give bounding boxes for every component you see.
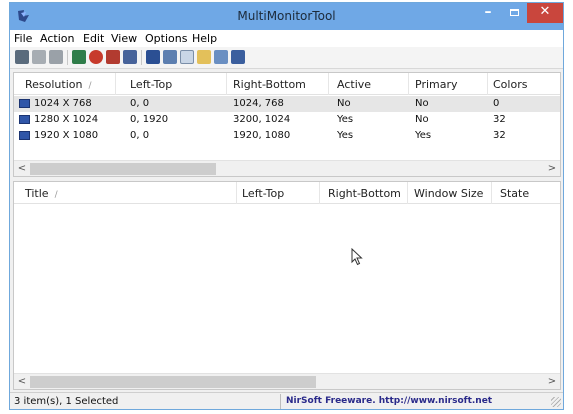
scroll-left-button[interactable]: < xyxy=(15,162,29,176)
header-primary[interactable]: Primary xyxy=(415,78,458,91)
disable-monitor-icon[interactable] xyxy=(15,50,29,64)
header-divider[interactable] xyxy=(407,182,408,204)
monitor-icon xyxy=(19,99,30,108)
close-button[interactable]: ✕ xyxy=(527,3,563,23)
copy-icon[interactable] xyxy=(180,50,194,64)
enable-monitor-icon[interactable] xyxy=(32,50,46,64)
cell-resolution: 1280 X 1024 xyxy=(34,114,99,125)
turn-on-icon[interactable] xyxy=(123,50,137,64)
header-divider[interactable] xyxy=(328,73,329,95)
windows-list[interactable]: Title / Left-Top Right-Bottom Window Size… xyxy=(13,181,561,390)
toolbar-separator xyxy=(141,50,142,65)
cell-active: Yes xyxy=(337,130,354,141)
monitor-row[interactable]: 1024 X 768 0, 0 1024, 768 No No 0 xyxy=(14,96,560,112)
menu-bar: File Action Edit View Options Help xyxy=(10,30,563,47)
resize-grip-icon[interactable] xyxy=(551,397,561,407)
header-right-bottom[interactable]: Right-Bottom xyxy=(233,78,306,91)
monitor-icon xyxy=(19,115,30,124)
header-divider[interactable] xyxy=(319,182,320,204)
menu-edit[interactable]: Edit xyxy=(83,32,104,45)
exit-icon[interactable] xyxy=(231,50,245,64)
header-resolution[interactable]: Resolution / xyxy=(25,78,92,91)
header-colors[interactable]: Colors xyxy=(493,78,527,91)
cell-resolution: 1920 X 1080 xyxy=(34,130,99,141)
cell-right-bottom: 1920, 1080 xyxy=(233,130,291,141)
app-window: MultiMonitorTool – ✕ File Action Edit Vi… xyxy=(9,2,564,410)
properties-icon[interactable] xyxy=(197,50,211,64)
scroll-thumb[interactable] xyxy=(30,376,316,388)
scroll-left-button[interactable]: < xyxy=(15,375,29,389)
maximize-button[interactable] xyxy=(501,3,527,23)
header-divider[interactable] xyxy=(115,73,116,95)
header-title[interactable]: Title / xyxy=(25,187,58,200)
move-windows-icon[interactable] xyxy=(72,50,86,64)
header-active[interactable]: Active xyxy=(337,78,371,91)
maximize-icon xyxy=(509,9,519,16)
cell-right-bottom: 3200, 1024 xyxy=(233,114,291,125)
title-bar[interactable]: MultiMonitorTool – ✕ xyxy=(10,3,563,30)
nirsoft-link[interactable]: NirSoft Freeware. http://www.nirsoft.net xyxy=(286,396,492,406)
toolbar xyxy=(10,47,563,69)
sort-indicator-icon: / xyxy=(54,190,58,200)
minimize-button[interactable]: – xyxy=(475,3,501,23)
turn-off-icon[interactable] xyxy=(106,50,120,64)
cell-active: Yes xyxy=(337,114,354,125)
scroll-right-button[interactable]: > xyxy=(545,375,559,389)
header-left-top[interactable]: Left-Top xyxy=(130,78,172,91)
set-primary-icon[interactable] xyxy=(89,50,103,64)
header-state[interactable]: State xyxy=(500,187,529,200)
cell-left-top: 0, 0 xyxy=(130,98,150,109)
cell-colors: 0 xyxy=(493,98,500,109)
monitors-header: Resolution / Left-Top Right-Bottom Active… xyxy=(14,73,560,95)
html-report-icon[interactable] xyxy=(214,50,228,64)
cell-primary: No xyxy=(415,114,429,125)
header-divider[interactable] xyxy=(487,73,488,95)
cell-colors: 32 xyxy=(493,130,506,141)
monitors-list[interactable]: Resolution / Left-Top Right-Bottom Active… xyxy=(13,72,561,177)
monitor-row[interactable]: 1920 X 1080 0, 0 1920, 1080 Yes Yes 32 xyxy=(14,128,560,144)
monitors-hscrollbar[interactable]: < > xyxy=(14,160,560,176)
cell-right-bottom: 1024, 768 xyxy=(233,98,284,109)
scroll-thumb[interactable] xyxy=(30,163,216,175)
load-config-icon[interactable] xyxy=(163,50,177,64)
header-divider[interactable] xyxy=(408,73,409,95)
menu-view[interactable]: View xyxy=(111,32,137,45)
windows-hscrollbar[interactable]: < > xyxy=(14,373,560,389)
cell-primary: No xyxy=(415,98,429,109)
header-divider[interactable] xyxy=(491,182,492,204)
menu-file[interactable]: File xyxy=(14,32,32,45)
header-divider[interactable] xyxy=(226,73,227,95)
cell-active: No xyxy=(337,98,351,109)
mouse-cursor-icon xyxy=(351,248,363,266)
switch-monitor-icon[interactable] xyxy=(49,50,63,64)
save-config-icon[interactable] xyxy=(146,50,160,64)
header-left-top[interactable]: Left-Top xyxy=(242,187,284,200)
cell-colors: 32 xyxy=(493,114,506,125)
cell-resolution: 1024 X 768 xyxy=(34,98,92,109)
sort-indicator-icon: / xyxy=(88,81,92,91)
cell-left-top: 0, 0 xyxy=(130,130,150,141)
monitor-row[interactable]: 1280 X 1024 0, 1920 3200, 1024 Yes No 32 xyxy=(14,112,560,128)
status-bar: 3 item(s), 1 Selected NirSoft Freeware. … xyxy=(10,392,563,409)
scroll-right-button[interactable]: > xyxy=(545,162,559,176)
header-right-bottom[interactable]: Right-Bottom xyxy=(328,187,401,200)
windows-header: Title / Left-Top Right-Bottom Window Size… xyxy=(14,182,560,204)
toolbar-separator xyxy=(67,50,68,65)
menu-options[interactable]: Options xyxy=(145,32,187,45)
menu-action[interactable]: Action xyxy=(40,32,74,45)
status-divider xyxy=(280,394,281,409)
cell-primary: Yes xyxy=(415,130,432,141)
header-window-size[interactable]: Window Size xyxy=(414,187,483,200)
header-divider[interactable] xyxy=(236,182,237,204)
status-item-count: 3 item(s), 1 Selected xyxy=(14,396,119,407)
cell-left-top: 0, 1920 xyxy=(130,114,169,125)
monitor-icon xyxy=(19,131,30,140)
menu-help[interactable]: Help xyxy=(192,32,217,45)
